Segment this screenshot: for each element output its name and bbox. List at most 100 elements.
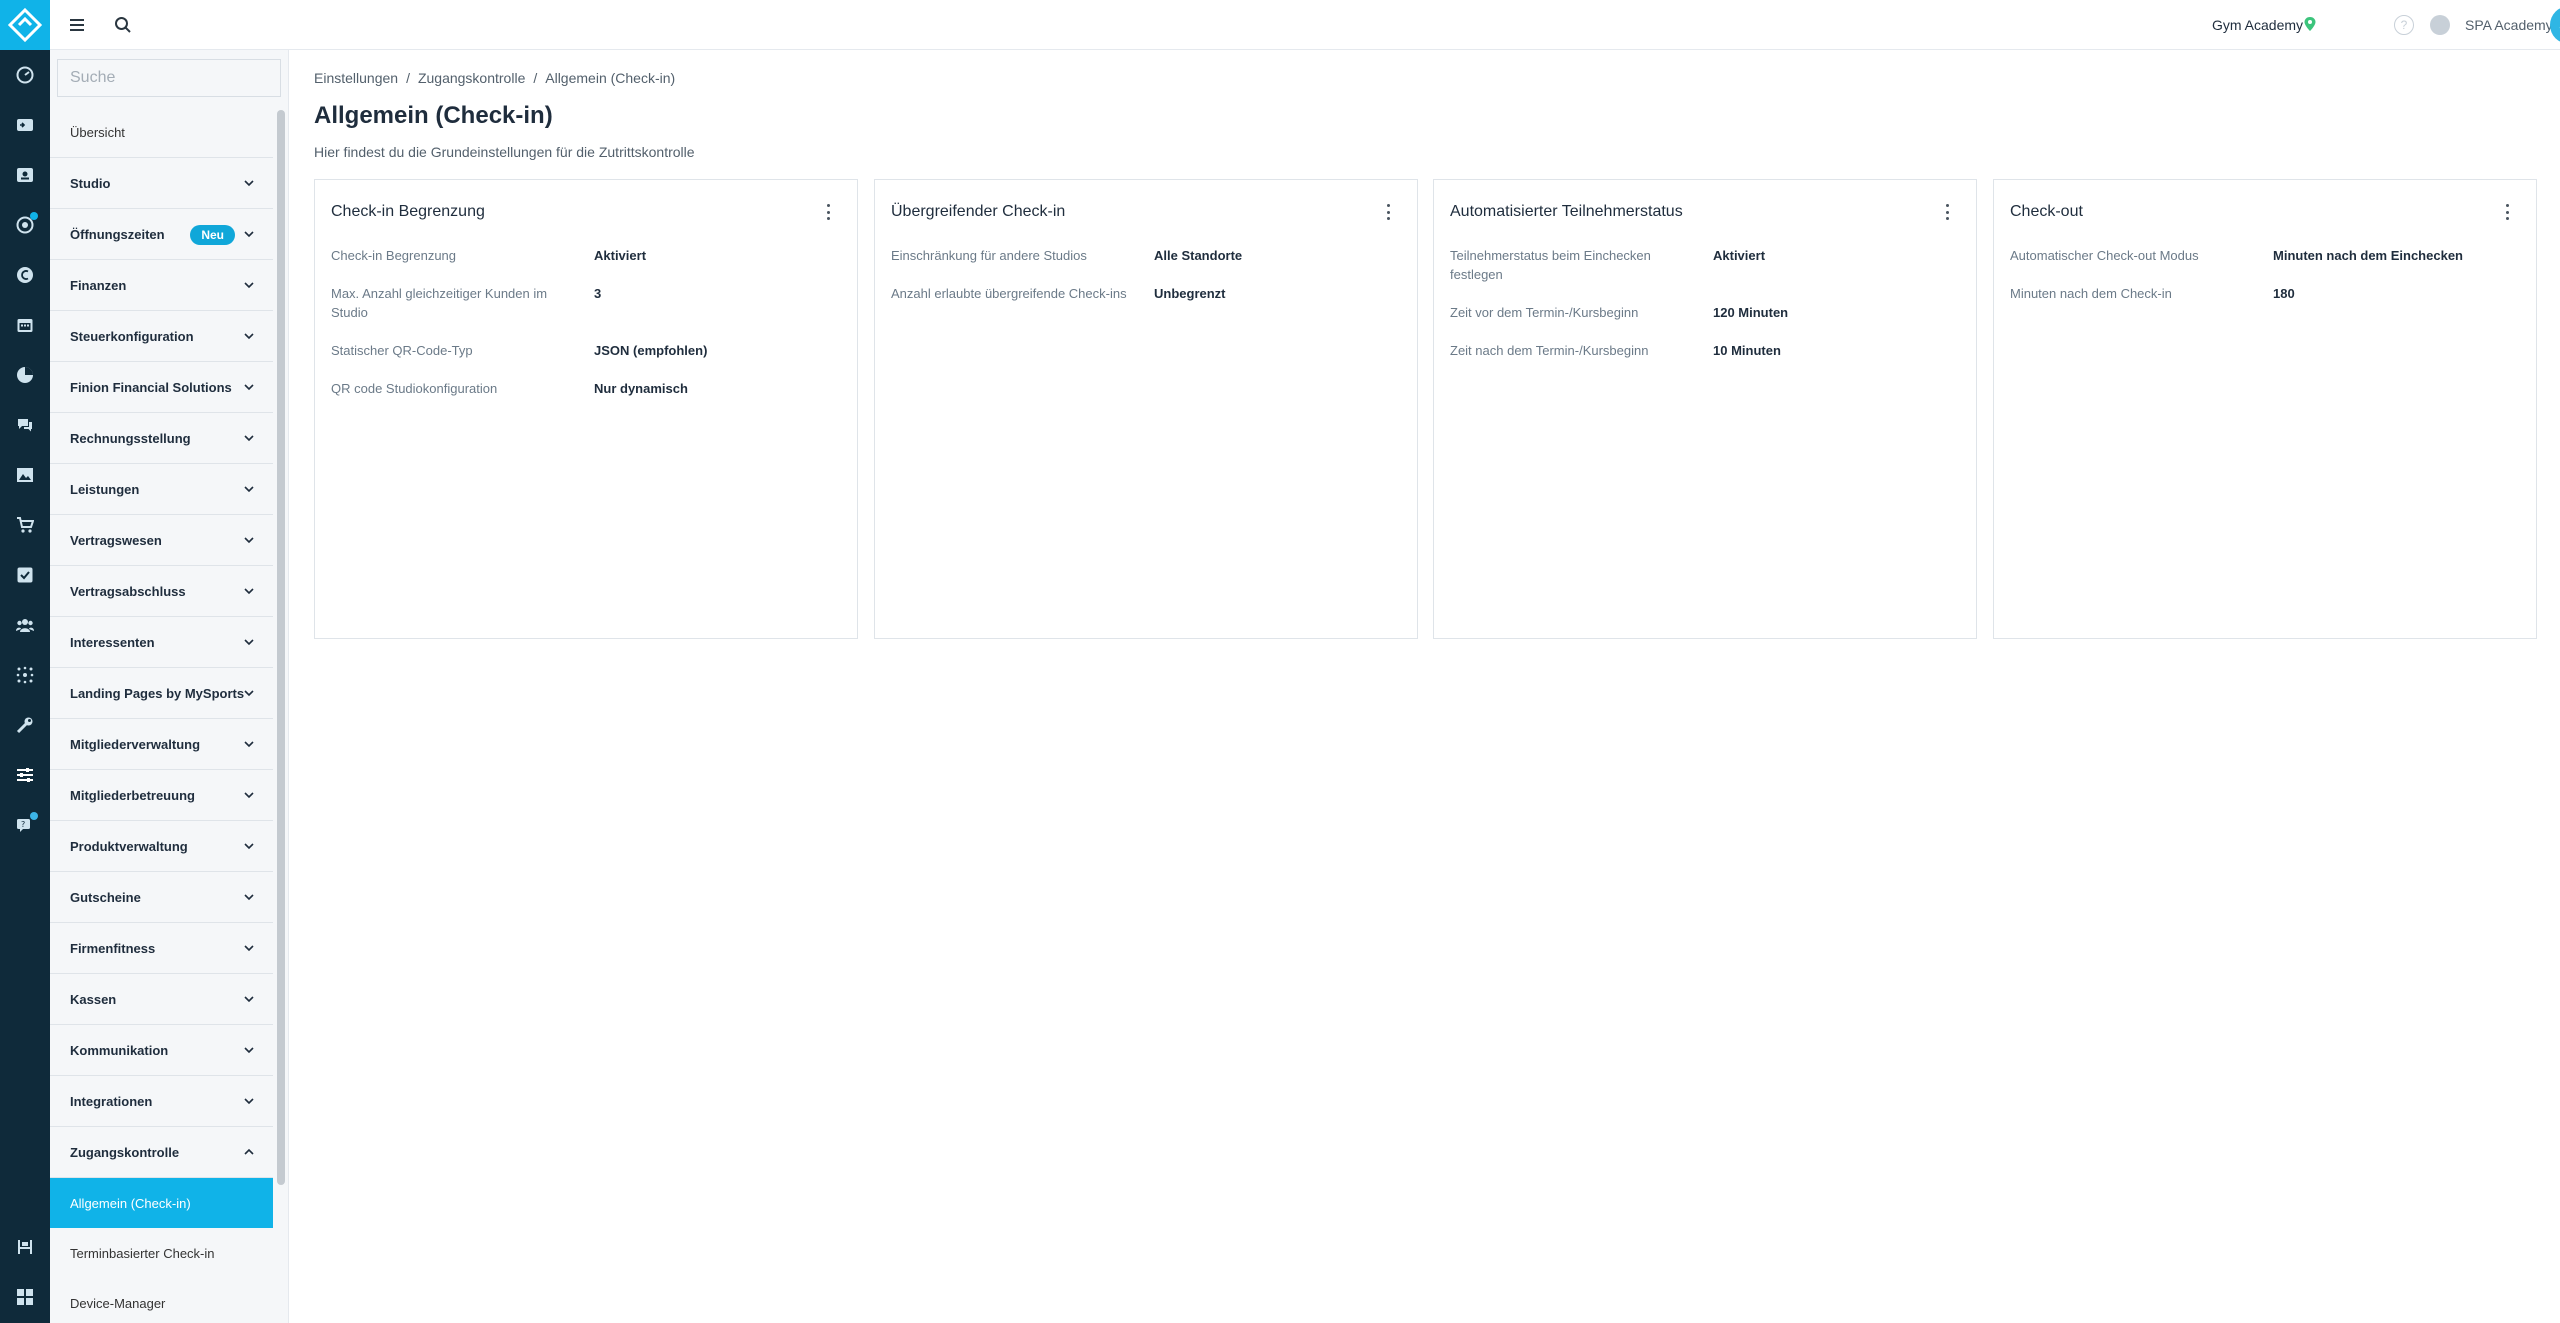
dashboard-icon[interactable] xyxy=(15,65,35,85)
card-title: Übergreifender Check-in xyxy=(891,203,1066,220)
setting-label: Anzahl erlaubte übergreifende Check-ins xyxy=(891,286,1127,301)
sidebar-subitem-label: Device-Manager xyxy=(70,1295,166,1311)
sidebar-item-finanzen[interactable]: Finanzen xyxy=(50,260,273,311)
sidebar-item-zugangskontrolle[interactable]: Zugangskontrolle xyxy=(50,1127,273,1178)
sidebar-item-integrationen[interactable]: Integrationen xyxy=(50,1076,273,1127)
more-vertical-icon[interactable] xyxy=(1385,204,1391,220)
chevron-down-icon xyxy=(244,282,254,289)
sidebar-subitem-terminbasierter-checkin[interactable]: Terminbasierter Check-in xyxy=(50,1228,273,1278)
sidebar-item-label: Zugangskontrolle xyxy=(70,1144,180,1160)
avatar[interactable]: SA xyxy=(2550,6,2560,44)
setting-label: Minuten nach dem Check-in xyxy=(2010,286,2172,301)
setting-value: Aktiviert xyxy=(1713,248,1766,263)
sidebar-subitem-allgemein-checkin[interactable]: Allgemein (Check-in) xyxy=(50,1178,273,1228)
setting-row: Max. Anzahl gleichzeitiger Kunden im Stu… xyxy=(331,284,841,322)
sidebar-item-label: Vertragsabschluss xyxy=(70,583,186,599)
sidebar-item-gutscheine[interactable]: Gutscheine xyxy=(50,872,273,923)
chevron-down-icon xyxy=(244,996,254,1003)
sidebar-item-uebersicht[interactable]: Übersicht xyxy=(50,107,273,158)
apps-grid-icon[interactable] xyxy=(15,1287,35,1307)
sidebar-item-mitgliederverwaltung[interactable]: Mitgliederverwaltung xyxy=(50,719,273,770)
sidebar-scrollbar[interactable] xyxy=(277,110,285,1185)
sidebar-item-interessenten[interactable]: Interessenten xyxy=(50,617,273,668)
more-vertical-icon[interactable] xyxy=(1944,204,1950,220)
sidebar-item-oeffnungszeiten[interactable]: Öffnungszeiten Neu xyxy=(50,209,273,260)
calendar-icon[interactable] xyxy=(15,315,35,335)
tools-icon[interactable] xyxy=(15,715,35,735)
sidebar-item-landing-pages[interactable]: Landing Pages by MySports xyxy=(50,668,273,719)
card-title: Automatisierter Teilnehmerstatus xyxy=(1450,203,1683,220)
sidebar-search-input[interactable] xyxy=(57,59,281,97)
menu-icon[interactable] xyxy=(67,15,87,35)
sidebar-item-rechnungsstellung[interactable]: Rechnungsstellung xyxy=(50,413,273,464)
support-icon[interactable]: ? xyxy=(15,812,38,835)
members-card-icon[interactable] xyxy=(15,165,35,185)
setting-value: 3 xyxy=(594,286,602,301)
sidebar-item-label: Rechnungsstellung xyxy=(70,430,191,446)
sidebar-item-kassen[interactable]: Kassen xyxy=(50,974,273,1025)
sidebar-item-steuerkonfiguration[interactable]: Steuerkonfiguration xyxy=(50,311,273,362)
groups-icon[interactable] xyxy=(15,615,35,635)
sidebar-item-label: Firmenfitness xyxy=(70,940,156,956)
sidebar-item-label: Steuerkonfiguration xyxy=(70,328,194,344)
chat-icon[interactable] xyxy=(15,415,35,435)
sidebar-item-label: Finion Financial Solutions xyxy=(70,379,232,395)
sidebar-item-firmenfitness[interactable]: Firmenfitness xyxy=(50,923,273,974)
sidebar-item-finion[interactable]: Finion Financial Solutions xyxy=(50,362,273,413)
sidebar-item-label: Übersicht xyxy=(70,124,125,140)
sidebar-item-leistungen[interactable]: Leistungen xyxy=(50,464,273,515)
more-vertical-icon[interactable] xyxy=(825,204,831,220)
setting-value: Aktiviert xyxy=(594,248,647,263)
setting-label: Max. Anzahl gleichzeitiger Kunden im Stu… xyxy=(331,286,548,320)
search-icon[interactable] xyxy=(113,15,133,35)
studio-selector[interactable]: Gym Academy xyxy=(2212,17,2303,33)
user-name[interactable]: SPA Academy xyxy=(2465,17,2553,33)
sidebar-item-vertragswesen[interactable]: Vertragswesen xyxy=(50,515,273,566)
setting-row: Check-in Begrenzung Aktiviert xyxy=(331,246,841,265)
card-uebergreifender-checkin: Übergreifender Check-in Einschränkung fü… xyxy=(874,179,1418,639)
notifications-icon[interactable] xyxy=(2430,15,2450,35)
sidebar-item-label: Mitgliederbetreuung xyxy=(70,787,195,803)
sidebar-item-vertragsabschluss[interactable]: Vertragsabschluss xyxy=(50,566,273,617)
help-icon[interactable]: ? xyxy=(2394,15,2414,35)
setting-label: QR code Studiokonfiguration xyxy=(331,381,498,396)
chevron-down-icon xyxy=(244,435,254,442)
settings-sliders-icon[interactable] xyxy=(15,765,35,785)
chevron-down-icon xyxy=(244,690,254,697)
sidebar-item-produktverwaltung[interactable]: Produktverwaltung xyxy=(50,821,273,872)
sidebar-item-kommunikation[interactable]: Kommunikation xyxy=(50,1025,273,1076)
analytics-icon[interactable] xyxy=(15,365,35,385)
sidebar-item-mitgliederbetreuung[interactable]: Mitgliederbetreuung xyxy=(50,770,273,821)
network-icon[interactable] xyxy=(15,665,35,685)
chevron-down-icon xyxy=(244,537,254,544)
setting-row: Statischer QR-Code-Typ JSON (empfohlen) xyxy=(331,341,841,360)
cart-icon[interactable] xyxy=(15,515,35,535)
finance-icon[interactable] xyxy=(15,265,35,285)
tasks-icon[interactable] xyxy=(15,565,35,585)
breadcrumb-zugangskontrolle[interactable]: Zugangskontrolle xyxy=(418,70,525,86)
sidebar-item-label: Landing Pages by MySports xyxy=(70,685,245,701)
checkin-icon[interactable] xyxy=(15,115,35,135)
target-icon[interactable] xyxy=(15,212,38,235)
setting-value: Unbegrenzt xyxy=(1154,286,1226,301)
app-logo-icon[interactable] xyxy=(0,0,50,50)
card-title: Check-out xyxy=(2010,203,2083,220)
settings-sidebar: Übersicht Studio Öffnungszeiten Neu Finan… xyxy=(50,50,289,1323)
setting-value: Alle Standorte xyxy=(1154,248,1243,263)
sidebar-item-label: Interessenten xyxy=(70,634,155,650)
setting-row: Zeit vor dem Termin-/Kursbeginn 120 Minut… xyxy=(1450,303,1960,322)
sidebar-subitem-device-manager[interactable]: Device-Manager xyxy=(50,1278,273,1323)
breadcrumb-einstellungen[interactable]: Einstellungen xyxy=(314,70,398,86)
setting-row: Teilnehmerstatus beim Einchecken festleg… xyxy=(1450,246,1960,284)
chevron-down-icon xyxy=(244,843,254,850)
chevron-down-icon xyxy=(244,231,254,238)
sidebar-item-label: Öffnungszeiten xyxy=(70,226,165,242)
kiosk-icon[interactable] xyxy=(15,1237,35,1257)
setting-row: Minuten nach dem Check-in 180 xyxy=(2010,284,2520,303)
breadcrumb-separator: / xyxy=(533,70,538,86)
more-vertical-icon[interactable] xyxy=(2504,204,2510,220)
media-icon[interactable] xyxy=(15,465,35,485)
setting-row: Anzahl erlaubte übergreifende Check-ins U… xyxy=(891,284,1401,303)
setting-value: 120 Minuten xyxy=(1713,305,1789,320)
sidebar-item-studio[interactable]: Studio xyxy=(50,158,273,209)
